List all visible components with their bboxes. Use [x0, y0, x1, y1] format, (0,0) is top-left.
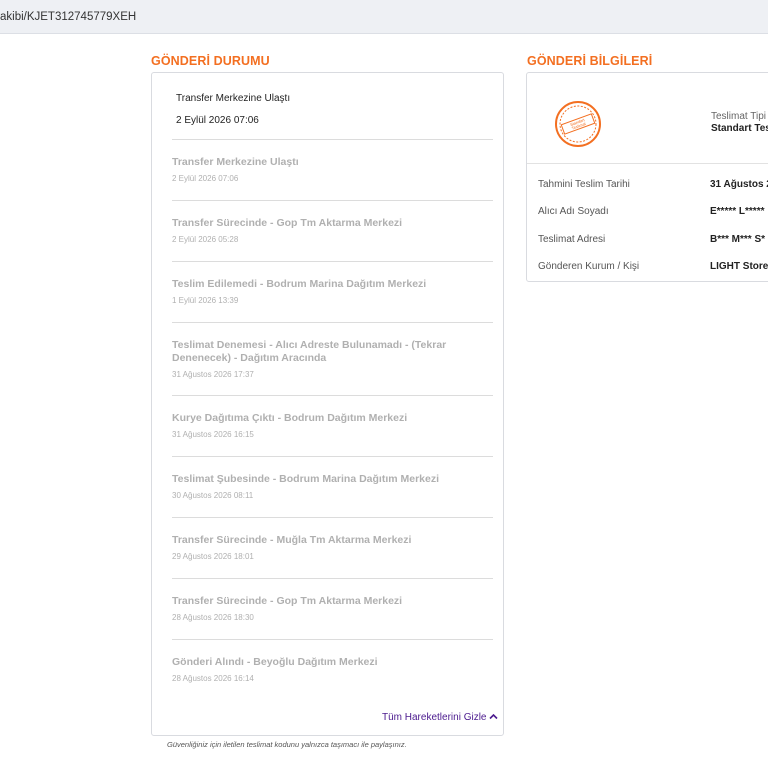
info-row-estimated-delivery: Tahmini Teslim Tarihi 31 Ağustos 2 — [538, 179, 768, 193]
info-label: Gönderen Kurum / Kişi — [538, 261, 640, 272]
shipment-status-title: GÖNDERİ DURUMU — [151, 54, 270, 68]
event-date: 2 Eylül 2026 05:28 — [172, 235, 239, 244]
info-row-delivery-address: Teslimat Adresi B*** M*** S* — [538, 234, 768, 248]
current-status: Transfer Merkezine Ulaştı 2 Eylül 2026 0… — [176, 93, 290, 126]
event-item: Teslimat Denemesi - Alıcı Adreste Buluna… — [172, 322, 493, 395]
event-title: Teslimat Denemesi - Alıcı Adreste Buluna… — [172, 339, 447, 364]
event-date: 28 Ağustos 2026 18:30 — [172, 613, 254, 622]
standard-delivery-stamp-icon: Standart Teslimat — [554, 100, 602, 148]
current-status-title: Transfer Merkezine Ulaştı — [176, 93, 291, 104]
event-item: Teslimat Şubesinde - Bodrum Marina Dağıt… — [172, 456, 493, 517]
event-title: Gönderi Alındı - Beyoğlu Dağıtım Merkezi — [172, 656, 378, 668]
url-text[interactable]: akibi/KJET312745779XEH — [0, 11, 136, 23]
current-status-date: 2 Eylül 2026 07:06 — [176, 115, 259, 126]
event-history-list: Transfer Merkezine Ulaştı 2 Eylül 2026 0… — [172, 139, 493, 700]
event-date: 30 Ağustos 2026 08:11 — [172, 491, 254, 500]
shipment-info-title: GÖNDERİ BİLGİLERİ — [527, 54, 653, 68]
chevron-up-icon[interactable] — [489, 712, 499, 723]
info-value: B*** M*** S* — [710, 234, 766, 245]
event-title: Teslimat Şubesinde - Bodrum Marina Dağıt… — [172, 473, 440, 485]
info-value: LIGHT Store — [710, 261, 768, 272]
event-date: 31 Ağustos 2026 17:37 — [172, 370, 254, 379]
event-date: 31 Ağustos 2026 16:15 — [172, 430, 254, 439]
event-title: Kurye Dağıtıma Çıktı - Bodrum Dağıtım Me… — [172, 412, 408, 424]
shipment-status-card: Transfer Merkezine Ulaştı 2 Eylül 2026 0… — [151, 72, 504, 736]
info-value: 31 Ağustos 2 — [710, 179, 768, 190]
info-label: Alıcı Adı Soyadı — [538, 206, 609, 217]
hide-all-movements-link[interactable]: Tüm Hareketlerini Gizle — [382, 712, 499, 723]
info-label: Tahmini Teslim Tarihi — [538, 179, 630, 190]
event-item: Transfer Sürecinde - Gop Tm Aktarma Merk… — [172, 200, 493, 261]
event-date: 28 Ağustos 2026 16:14 — [172, 674, 254, 683]
event-item: Teslim Edilemedi - Bodrum Marina Dağıtım… — [172, 261, 493, 322]
divider — [527, 163, 768, 164]
event-item: Kurye Dağıtıma Çıktı - Bodrum Dağıtım Me… — [172, 395, 493, 456]
event-title: Transfer Merkezine Ulaştı — [172, 156, 299, 168]
event-item: Transfer Merkezine Ulaştı 2 Eylül 2026 0… — [172, 139, 493, 200]
address-bar[interactable]: akibi/KJET312745779XEH — [0, 0, 768, 34]
event-title: Transfer Sürecinde - Muğla Tm Aktarma Me… — [172, 534, 412, 546]
delivery-type-label: Teslimat Tipi — [711, 111, 767, 122]
event-item: Transfer Sürecinde - Gop Tm Aktarma Merk… — [172, 578, 493, 639]
event-date: 29 Ağustos 2026 18:01 — [172, 552, 254, 561]
security-disclaimer: Güvenliğiniz için iletilen teslimat kodu… — [167, 740, 407, 749]
info-value: E***** L***** — [710, 206, 765, 217]
info-row-sender: Gönderen Kurum / Kişi LIGHT Store — [538, 261, 768, 275]
hide-all-movements-label[interactable]: Tüm Hareketlerini Gizle — [382, 712, 486, 723]
event-title: Transfer Sürecinde - Gop Tm Aktarma Merk… — [172, 217, 403, 229]
event-title: Teslim Edilemedi - Bodrum Marina Dağıtım… — [172, 278, 427, 290]
info-label: Teslimat Adresi — [538, 234, 606, 245]
info-row-recipient-name: Alıcı Adı Soyadı E***** L***** — [538, 206, 768, 220]
event-item: Transfer Sürecinde - Muğla Tm Aktarma Me… — [172, 517, 493, 578]
delivery-type-value: Standart Tes — [711, 123, 768, 134]
shipment-info-card: Standart Teslimat Teslimat Tipi Standart… — [526, 72, 768, 282]
event-date: 2 Eylül 2026 07:06 — [172, 174, 239, 183]
event-title: Transfer Sürecinde - Gop Tm Aktarma Merk… — [172, 595, 403, 607]
event-item: Gönderi Alındı - Beyoğlu Dağıtım Merkezi… — [172, 639, 493, 700]
event-date: 1 Eylül 2026 13:39 — [172, 296, 239, 305]
